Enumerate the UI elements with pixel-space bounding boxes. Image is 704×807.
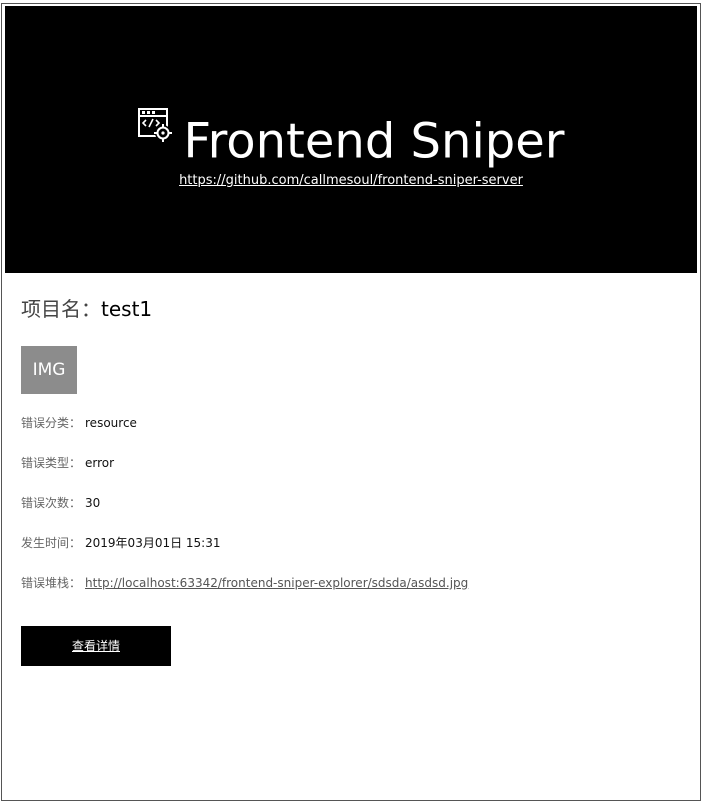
field-count-label: 错误次数： <box>21 496 82 510</box>
field-stack-link[interactable]: http://localhost:63342/frontend-sniper-e… <box>85 576 468 590</box>
field-category-value: resource <box>85 416 137 430</box>
field-time-value: 2019年03月01日 15:31 <box>85 536 221 550</box>
field-stack: 错误堆栈： http://localhost:63342/frontend-sni… <box>21 574 690 614</box>
field-time-label: 发生时间： <box>21 536 82 550</box>
project-title: 项目名：test1 <box>21 294 690 324</box>
field-type-value: error <box>85 456 115 470</box>
view-details-button[interactable]: 查看详情 <box>21 626 171 666</box>
field-category-label: 错误分类： <box>21 416 82 430</box>
header-banner: Frontend Sniper https://github.com/callm… <box>5 6 697 273</box>
field-stack-label: 错误堆栈： <box>21 576 82 590</box>
error-detail-card: 项目名：test1 IMG 错误分类： resource 错误类型： error 错… <box>21 294 690 666</box>
repo-link[interactable]: https://github.com/callmesoul/frontend-s… <box>5 173 697 188</box>
page-frame: Frontend Sniper https://github.com/callm… <box>1 3 701 801</box>
thumbnail-placeholder: IMG <box>21 346 77 394</box>
app-title: Frontend Sniper <box>183 113 565 170</box>
field-category: 错误分类： resource <box>21 414 690 454</box>
code-window-target-icon <box>138 108 173 142</box>
field-count: 错误次数： 30 <box>21 494 690 534</box>
project-name-label: 项目名： <box>21 297 101 321</box>
field-type: 错误类型： error <box>21 454 690 494</box>
project-name-value: test1 <box>101 297 153 321</box>
error-fields: 错误分类： resource 错误类型： error 错误次数： 30 发生时间： 20… <box>21 414 690 614</box>
field-count-value: 30 <box>85 496 101 510</box>
field-type-label: 错误类型： <box>21 456 82 470</box>
field-time: 发生时间： 2019年03月01日 15:31 <box>21 534 690 574</box>
brand: Frontend Sniper <box>5 106 697 166</box>
